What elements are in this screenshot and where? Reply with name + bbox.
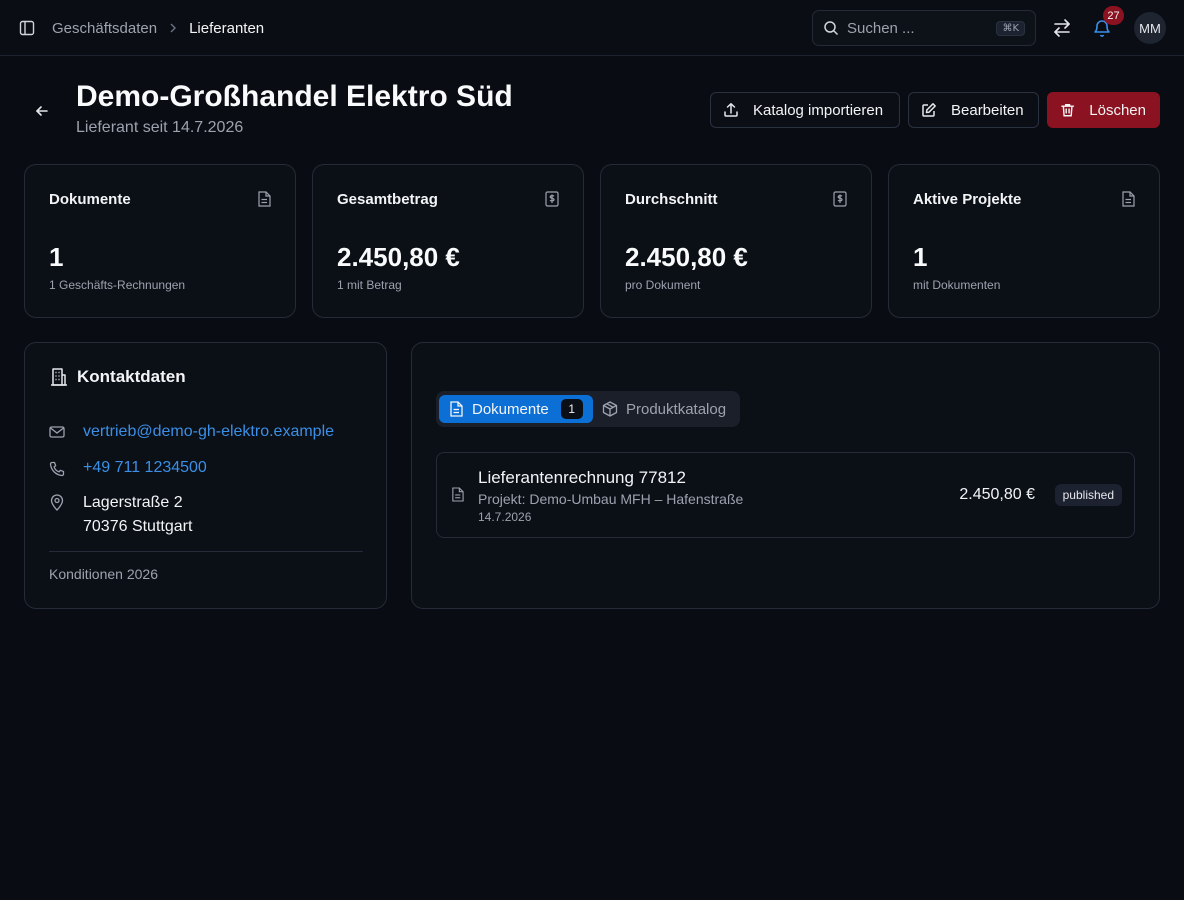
document-date: 14.7.2026 bbox=[478, 510, 532, 524]
stat-card-total: Gesamtbetrag 2.450,80 € 1 mit Betrag bbox=[312, 164, 584, 318]
stat-value: 1 bbox=[49, 242, 64, 272]
notification-badge: 27 bbox=[1103, 6, 1124, 25]
import-catalog-button[interactable]: Katalog importieren bbox=[710, 92, 900, 128]
search-shortcut: ⌘K bbox=[996, 20, 1025, 36]
trash-icon bbox=[1061, 104, 1075, 117]
file-text-icon bbox=[257, 191, 271, 212]
delete-label: Löschen bbox=[1089, 101, 1146, 119]
contact-email-row: vertrieb@demo-gh-elektro.example bbox=[49, 423, 334, 444]
receipt-icon bbox=[833, 191, 847, 212]
page-title: Demo-Großhandel Elektro Süd bbox=[76, 80, 513, 113]
import-catalog-label: Katalog importieren bbox=[753, 101, 884, 119]
stat-caption: mit Dokumenten bbox=[913, 278, 1001, 292]
document-title: Lieferantenrechnung 77812 bbox=[478, 468, 686, 487]
address-line-1: Lagerstraße 2 bbox=[83, 494, 183, 511]
stat-card-active-projects: Aktive Projekte 1 mit Dokumenten bbox=[888, 164, 1160, 318]
tab-documents-count: 1 bbox=[560, 399, 583, 419]
stat-card-documents: Dokumente 1 1 Geschäfts-Rechnungen bbox=[24, 164, 296, 318]
upload-icon bbox=[724, 103, 738, 117]
contact-header: Kontaktdaten bbox=[49, 367, 186, 387]
stat-title: Dokumente bbox=[49, 191, 131, 208]
breadcrumb: Geschäftsdaten Lieferanten bbox=[52, 18, 264, 38]
edit-button[interactable]: Bearbeiten bbox=[908, 92, 1039, 128]
stat-title: Gesamtbetrag bbox=[337, 191, 438, 208]
breadcrumb-parent-link[interactable]: Geschäftsdaten bbox=[52, 20, 157, 37]
stat-caption: 1 mit Betrag bbox=[337, 278, 402, 292]
stat-caption: pro Dokument bbox=[625, 278, 701, 292]
switch-arrows-icon[interactable] bbox=[1050, 16, 1074, 40]
contact-conditions: Konditionen 2026 bbox=[49, 566, 158, 582]
search-input[interactable]: Suchen ... ⌘K bbox=[812, 10, 1036, 46]
status-badge: published bbox=[1054, 484, 1122, 506]
contact-address: Lagerstraße 2 70376 Stuttgart bbox=[83, 491, 192, 539]
stat-value: 2.450,80 € bbox=[337, 242, 460, 272]
document-project: Projekt: Demo-Umbau MFH – Hafenstraße bbox=[478, 491, 744, 507]
package-icon bbox=[602, 401, 618, 417]
building-icon bbox=[51, 368, 67, 386]
file-text-icon bbox=[1121, 191, 1135, 212]
file-text-icon bbox=[450, 401, 463, 417]
top-bar: Geschäftsdaten Lieferanten Suchen ... ⌘K… bbox=[0, 0, 1184, 56]
address-line-2: 70376 Stuttgart bbox=[83, 518, 193, 535]
contact-phone-row: +49 711 1234500 bbox=[49, 459, 207, 482]
tab-product-catalog-label: Produktkatalog bbox=[626, 400, 727, 418]
breadcrumb-current: Lieferanten bbox=[189, 19, 265, 37]
stat-value: 2.450,80 € bbox=[625, 242, 748, 272]
edit-label: Bearbeiten bbox=[951, 101, 1024, 119]
tab-product-catalog[interactable]: Produktkatalog bbox=[602, 395, 726, 423]
back-arrow-icon[interactable] bbox=[30, 99, 54, 123]
contact-title: Kontaktdaten bbox=[77, 367, 186, 386]
chevron-right-icon bbox=[167, 22, 179, 34]
search-placeholder: Suchen ... bbox=[847, 19, 915, 37]
contact-address-row: Lagerstraße 2 70376 Stuttgart bbox=[49, 491, 192, 539]
stat-card-average: Durchschnitt 2.450,80 € pro Dokument bbox=[600, 164, 872, 318]
divider bbox=[49, 551, 363, 552]
page-subtitle: Lieferant seit 14.7.2026 bbox=[76, 119, 244, 136]
contact-phone-link[interactable]: +49 711 1234500 bbox=[83, 459, 207, 477]
file-text-icon bbox=[451, 487, 464, 507]
document-amount: 2.450,80 € bbox=[959, 486, 1035, 503]
receipt-icon bbox=[545, 191, 559, 212]
edit-icon bbox=[922, 103, 936, 117]
stat-caption: 1 Geschäfts-Rechnungen bbox=[49, 278, 186, 292]
delete-button[interactable]: Löschen bbox=[1047, 92, 1160, 128]
contact-card: Kontaktdaten vertrieb@demo-gh-elektro.ex… bbox=[24, 342, 387, 609]
phone-icon bbox=[49, 461, 67, 482]
tab-list: Dokumente 1 Produktkatalog bbox=[436, 391, 740, 427]
search-icon bbox=[824, 21, 839, 36]
stat-title: Durchschnitt bbox=[625, 191, 718, 208]
tab-documents-label: Dokumente bbox=[472, 400, 549, 418]
contact-email-link[interactable]: vertrieb@demo-gh-elektro.example bbox=[83, 423, 334, 441]
stat-value: 1 bbox=[913, 242, 928, 272]
list-item[interactable]: Lieferantenrechnung 77812 Projekt: Demo-… bbox=[436, 452, 1135, 538]
avatar[interactable]: MM bbox=[1134, 12, 1166, 44]
map-pin-icon bbox=[49, 493, 67, 516]
stat-title: Aktive Projekte bbox=[913, 191, 1022, 208]
tab-documents[interactable]: Dokumente 1 bbox=[439, 395, 593, 423]
mail-icon bbox=[49, 425, 67, 444]
sidebar-toggle-icon[interactable] bbox=[16, 17, 38, 39]
documents-card: Dokumente 1 Produktkatalog Lieferantenre… bbox=[411, 342, 1160, 609]
